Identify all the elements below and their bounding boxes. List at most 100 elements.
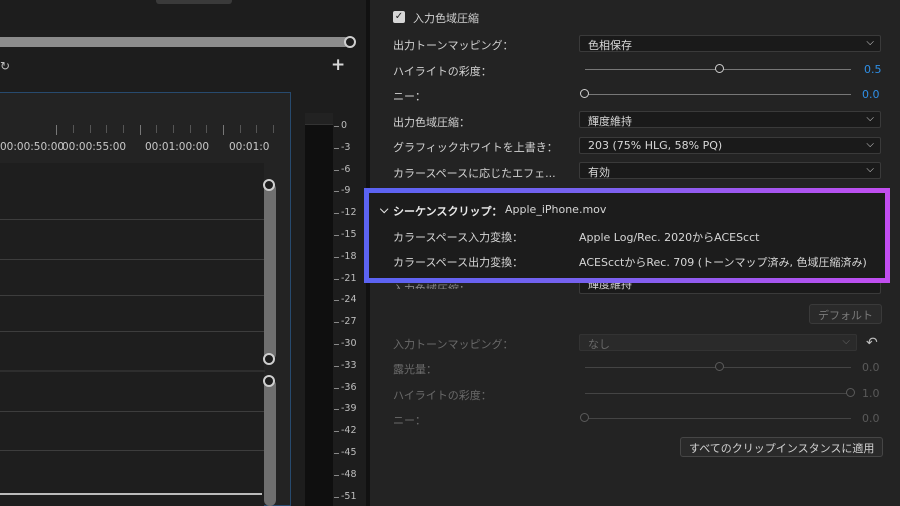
highlight-saturation-2-value[interactable]: 1.0 <box>862 387 880 400</box>
cs-input-label: カラースペース入力変換： <box>393 231 524 244</box>
db-tick <box>334 235 339 236</box>
db-tick <box>334 278 339 280</box>
slider-knob[interactable] <box>580 413 589 422</box>
db-tick <box>334 126 339 127</box>
timecode-label: 00:01:0 <box>229 141 270 153</box>
zoom-scrollbar[interactable] <box>0 37 350 47</box>
select-value: 色相保存 <box>588 39 632 52</box>
db-label: -36 <box>341 381 357 393</box>
input-tone-mapping-select[interactable]: なし ⌵ <box>579 334 857 351</box>
db-label: -42 <box>341 425 357 437</box>
chevron-down-icon: ⌵ <box>842 336 850 347</box>
video-track-scrollbar[interactable] <box>264 183 276 360</box>
db-tick <box>334 191 339 193</box>
chevron-down-icon[interactable]: ⌵ <box>380 203 388 217</box>
chevron-down-icon: ⌵ <box>866 164 874 175</box>
reset-icon[interactable]: ↶ <box>866 335 878 351</box>
db-tick <box>334 213 339 215</box>
scroll-handle-bottom[interactable] <box>263 353 275 365</box>
output-gamut-select[interactable]: 輝度維持 ⌵ <box>579 111 881 128</box>
plus-icon[interactable]: + <box>331 55 345 75</box>
db-label: -18 <box>341 250 357 262</box>
audio-meter <box>305 113 333 506</box>
db-label: -6 <box>341 163 351 175</box>
select-value: 203 (75% HLG, 58% PQ) <box>588 139 723 152</box>
db-label: -51 <box>341 490 357 502</box>
loop-icon[interactable]: ↻ <box>0 59 10 73</box>
db-tick <box>334 322 339 324</box>
select-value: 有効 <box>588 166 610 179</box>
db-tick <box>334 256 339 258</box>
select-value: 輝度維持 <box>588 115 632 128</box>
timecode-label: 00:01:00:00 <box>145 141 210 153</box>
color-space-effect-select[interactable]: 有効 ⌵ <box>579 162 881 179</box>
db-label: -9 <box>341 185 351 197</box>
db-tick <box>334 496 339 498</box>
exposure-label: 露光量： <box>393 363 437 376</box>
apply-all-instances-button[interactable]: すべてのクリップインスタンスに適用 <box>680 437 884 457</box>
db-label: -27 <box>341 316 357 328</box>
highlight-saturation-2-slider[interactable] <box>585 393 851 394</box>
output-tone-mapping-label: 出力トーンマッピング： <box>393 39 514 52</box>
db-label: -24 <box>341 294 357 306</box>
track-divider <box>0 219 265 220</box>
input-gamut-checkbox[interactable]: ✓ <box>393 11 405 23</box>
scroll-handle-top[interactable] <box>263 375 275 387</box>
db-label: -12 <box>341 207 357 219</box>
knee-2-label: ニー： <box>393 414 426 427</box>
track-divider <box>0 331 265 332</box>
default-button[interactable]: デフォルト <box>809 304 882 324</box>
chevron-down-icon: ⌵ <box>866 139 874 150</box>
scroll-handle-top[interactable] <box>263 179 275 191</box>
slider-knob[interactable] <box>715 362 724 371</box>
track-divider <box>0 259 265 260</box>
sequence-clip-name: Apple_iPhone.mov <box>505 203 607 216</box>
knee-label: ニー： <box>393 90 426 103</box>
timecode-label: 00:00:55:00 <box>62 141 127 153</box>
slider-knob[interactable] <box>580 89 589 98</box>
audio-track-scrollbar[interactable] <box>264 379 276 506</box>
cs-input-value: Apple Log/Rec. 2020からACEScct <box>579 231 760 244</box>
db-label: -21 <box>341 272 357 284</box>
db-label: -39 <box>341 403 357 415</box>
sequence-clip-header[interactable]: シーケンスクリップ： <box>393 203 502 219</box>
knee-2-slider[interactable] <box>585 418 851 419</box>
db-tick <box>334 300 339 302</box>
knee-slider[interactable] <box>585 94 851 95</box>
slider-knob[interactable] <box>846 388 855 397</box>
select-value: なし <box>588 338 610 351</box>
time-ruler[interactable] <box>0 125 291 135</box>
timecode-label: 00:00:50:00 <box>0 141 65 153</box>
knee-2-value[interactable]: 0.0 <box>862 412 880 425</box>
highlight-saturation-label: ハイライトの彩度： <box>393 65 492 78</box>
slider-knob[interactable] <box>715 64 724 73</box>
db-tick <box>334 344 339 345</box>
input-gamut-label: 入力色域圧縮 <box>413 12 479 25</box>
track-divider <box>0 295 265 296</box>
db-label: -3 <box>341 141 351 153</box>
cs-output-value: ACEScctからRec. 709 (トーンマップ済み, 色域圧縮済み) <box>579 256 867 269</box>
db-tick <box>334 365 339 367</box>
track-divider <box>0 411 265 412</box>
db-label: -30 <box>341 338 357 349</box>
db-tick <box>334 431 339 433</box>
zoom-scroll-handle[interactable] <box>344 36 356 48</box>
knee-value[interactable]: 0.0 <box>862 88 880 101</box>
track-end-line <box>0 493 262 495</box>
highlight-saturation-value[interactable]: 0.5 <box>864 63 882 76</box>
graphics-white-select[interactable]: 203 (75% HLG, 58% PQ) ⌵ <box>579 137 881 154</box>
panel-grip[interactable] <box>156 0 232 4</box>
exposure-value[interactable]: 0.0 <box>862 361 880 374</box>
graphics-white-label: グラフィックホワイトを上書き： <box>393 141 558 154</box>
db-label: -45 <box>341 447 357 458</box>
track-divider <box>0 450 265 451</box>
chevron-down-icon: ⌵ <box>866 37 874 48</box>
output-tone-mapping-select[interactable]: 色相保存 ⌵ <box>579 35 881 52</box>
cs-output-label: カラースペース出力変換： <box>393 256 524 269</box>
db-label: -33 <box>341 359 357 371</box>
timeline-panel: ↻ + 00:00:50:00 00:00:55:00 00:01:00:00 … <box>0 0 356 506</box>
track-area[interactable] <box>0 163 264 506</box>
track-divider <box>0 370 265 372</box>
db-tick <box>334 409 339 411</box>
chevron-down-icon: ⌵ <box>866 113 874 124</box>
